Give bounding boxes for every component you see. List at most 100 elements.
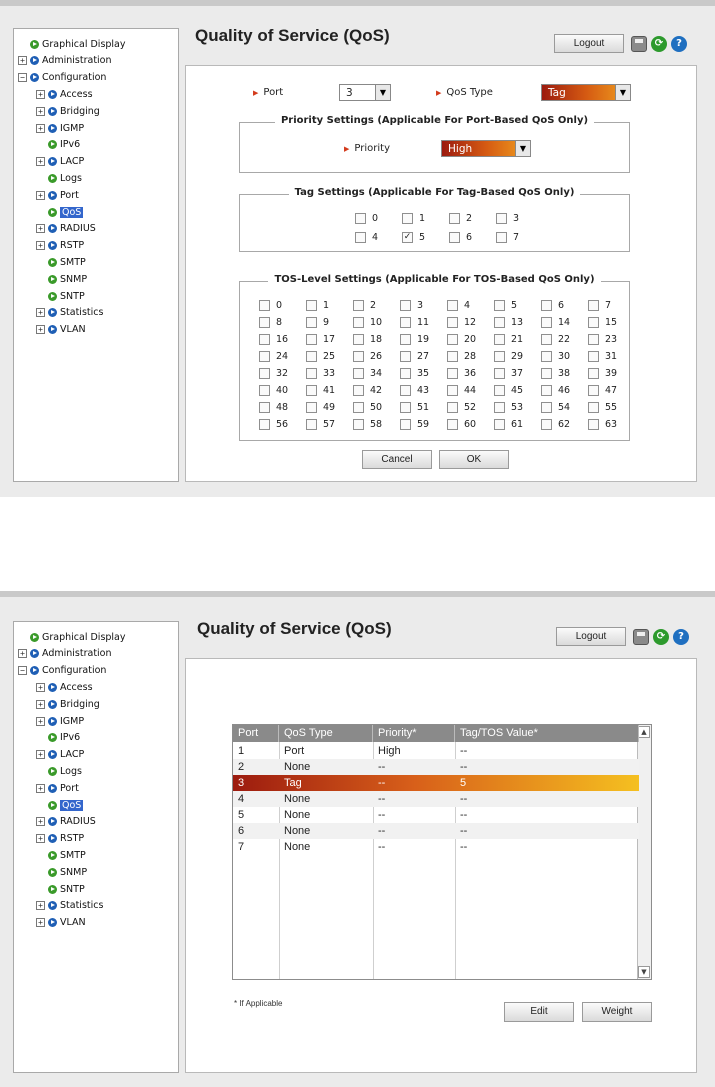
checkbox-18[interactable]: 18 — [353, 334, 382, 345]
checkbox-box[interactable] — [588, 300, 599, 311]
cancel-button[interactable]: Cancel — [362, 450, 432, 469]
checkbox-20[interactable]: 20 — [447, 334, 476, 345]
checkbox-box[interactable] — [400, 317, 411, 328]
checkbox-3[interactable]: 3 — [400, 300, 423, 311]
checkbox-box[interactable] — [494, 368, 505, 379]
checkbox-box[interactable] — [494, 419, 505, 430]
checkbox-4[interactable]: 4 — [447, 300, 470, 311]
checkbox-7[interactable]: 7 — [496, 232, 519, 243]
checkbox-box[interactable] — [400, 385, 411, 396]
checkbox-38[interactable]: 38 — [541, 368, 570, 379]
checkbox-1[interactable]: 1 — [306, 300, 329, 311]
checkbox-8[interactable]: 8 — [259, 317, 282, 328]
checkbox-22[interactable]: 22 — [541, 334, 570, 345]
checkbox-box[interactable] — [353, 419, 364, 430]
checkbox-box[interactable] — [494, 334, 505, 345]
checkbox-4[interactable]: 4 — [355, 232, 378, 243]
tree-item-smtp[interactable]: SMTP — [48, 848, 86, 862]
checkbox-31[interactable]: 31 — [588, 351, 617, 362]
tree-item-igmp[interactable]: + IGMP — [36, 121, 84, 135]
checkbox-box[interactable] — [541, 419, 552, 430]
checkbox-2[interactable]: 2 — [353, 300, 376, 311]
expand-icon[interactable]: + — [36, 106, 45, 116]
checkbox-box[interactable] — [494, 385, 505, 396]
checkbox-box[interactable] — [353, 402, 364, 413]
checkbox-box[interactable] — [588, 385, 599, 396]
checkbox-15[interactable]: 15 — [588, 317, 617, 328]
scroll-down-icon[interactable]: ▼ — [638, 966, 650, 978]
checkbox-2[interactable]: 2 — [449, 213, 472, 224]
checkbox-53[interactable]: 53 — [494, 402, 523, 413]
checkbox-box[interactable] — [306, 402, 317, 413]
checkbox-27[interactable]: 27 — [400, 351, 429, 362]
edit-button[interactable]: Edit — [504, 1002, 574, 1022]
checkbox-box[interactable] — [541, 317, 552, 328]
checkbox-5[interactable]: ✓ 5 — [402, 232, 425, 243]
checkbox-box[interactable] — [588, 419, 599, 430]
checkbox-box[interactable] — [400, 368, 411, 379]
tree-item-snmp[interactable]: SNMP — [48, 272, 87, 286]
tree-item-vlan[interactable]: + VLAN — [36, 323, 86, 337]
checkbox-26[interactable]: 26 — [353, 351, 382, 362]
checkbox-box[interactable] — [447, 402, 458, 413]
checkbox-42[interactable]: 42 — [353, 385, 382, 396]
checkbox-box[interactable] — [496, 213, 507, 224]
checkbox-box[interactable] — [400, 300, 411, 311]
tree-item-administration[interactable]: + Administration — [18, 647, 112, 661]
checkbox-39[interactable]: 39 — [588, 368, 617, 379]
checkbox-24[interactable]: 24 — [259, 351, 288, 362]
checkbox-box[interactable] — [355, 232, 366, 243]
tree-item-snmp[interactable]: SNMP — [48, 865, 87, 879]
checkbox-63[interactable]: 63 — [588, 419, 617, 430]
tree-item-logs[interactable]: Logs — [48, 764, 82, 778]
checkbox-35[interactable]: 35 — [400, 368, 429, 379]
checkbox-box[interactable] — [306, 351, 317, 362]
table-row[interactable]: 1 Port High -- — [233, 743, 639, 759]
qos-type-select[interactable]: Tag ▼ — [541, 84, 631, 101]
tree-item-statistics[interactable]: + Statistics — [36, 306, 103, 320]
checkbox-box[interactable] — [306, 368, 317, 379]
checkbox-46[interactable]: 46 — [541, 385, 570, 396]
tree-item-lacp[interactable]: + LACP — [36, 748, 84, 762]
checkbox-box[interactable] — [306, 385, 317, 396]
checkbox-box[interactable] — [355, 213, 366, 224]
tree-item-statistics[interactable]: + Statistics — [36, 899, 103, 913]
checkbox-box[interactable]: ✓ — [402, 232, 413, 243]
checkbox-box[interactable] — [400, 351, 411, 362]
checkbox-17[interactable]: 17 — [306, 334, 335, 345]
checkbox-37[interactable]: 37 — [494, 368, 523, 379]
checkbox-box[interactable] — [541, 334, 552, 345]
checkbox-5[interactable]: 5 — [494, 300, 517, 311]
checkbox-box[interactable] — [400, 334, 411, 345]
checkbox-box[interactable] — [353, 317, 364, 328]
tree-item-ipv6[interactable]: IPv6 — [48, 731, 80, 745]
expand-icon[interactable]: + — [36, 308, 45, 318]
checkbox-36[interactable]: 36 — [447, 368, 476, 379]
weight-button[interactable]: Weight — [582, 1002, 652, 1022]
checkbox-box[interactable] — [353, 334, 364, 345]
checkbox-56[interactable]: 56 — [259, 419, 288, 430]
checkbox-23[interactable]: 23 — [588, 334, 617, 345]
checkbox-12[interactable]: 12 — [447, 317, 476, 328]
checkbox-48[interactable]: 48 — [259, 402, 288, 413]
checkbox-box[interactable] — [353, 351, 364, 362]
checkbox-box[interactable] — [588, 368, 599, 379]
tree-item-vlan[interactable]: + VLAN — [36, 916, 86, 930]
checkbox-19[interactable]: 19 — [400, 334, 429, 345]
checkbox-box[interactable] — [449, 232, 460, 243]
tree-item-sntp[interactable]: SNTP — [48, 289, 85, 303]
tree-item-ipv6[interactable]: IPv6 — [48, 138, 80, 152]
tree-item-configuration[interactable]: − Configuration — [18, 71, 106, 85]
checkbox-box[interactable] — [541, 351, 552, 362]
expand-icon[interactable]: + — [36, 190, 45, 200]
checkbox-45[interactable]: 45 — [494, 385, 523, 396]
checkbox-33[interactable]: 33 — [306, 368, 335, 379]
save-icon[interactable] — [631, 36, 647, 52]
checkbox-box[interactable] — [541, 300, 552, 311]
checkbox-28[interactable]: 28 — [447, 351, 476, 362]
ok-button[interactable]: OK — [439, 450, 509, 469]
column-header[interactable]: Tag/TOS Value* — [455, 725, 639, 742]
checkbox-59[interactable]: 59 — [400, 419, 429, 430]
checkbox-34[interactable]: 34 — [353, 368, 382, 379]
checkbox-box[interactable] — [588, 402, 599, 413]
